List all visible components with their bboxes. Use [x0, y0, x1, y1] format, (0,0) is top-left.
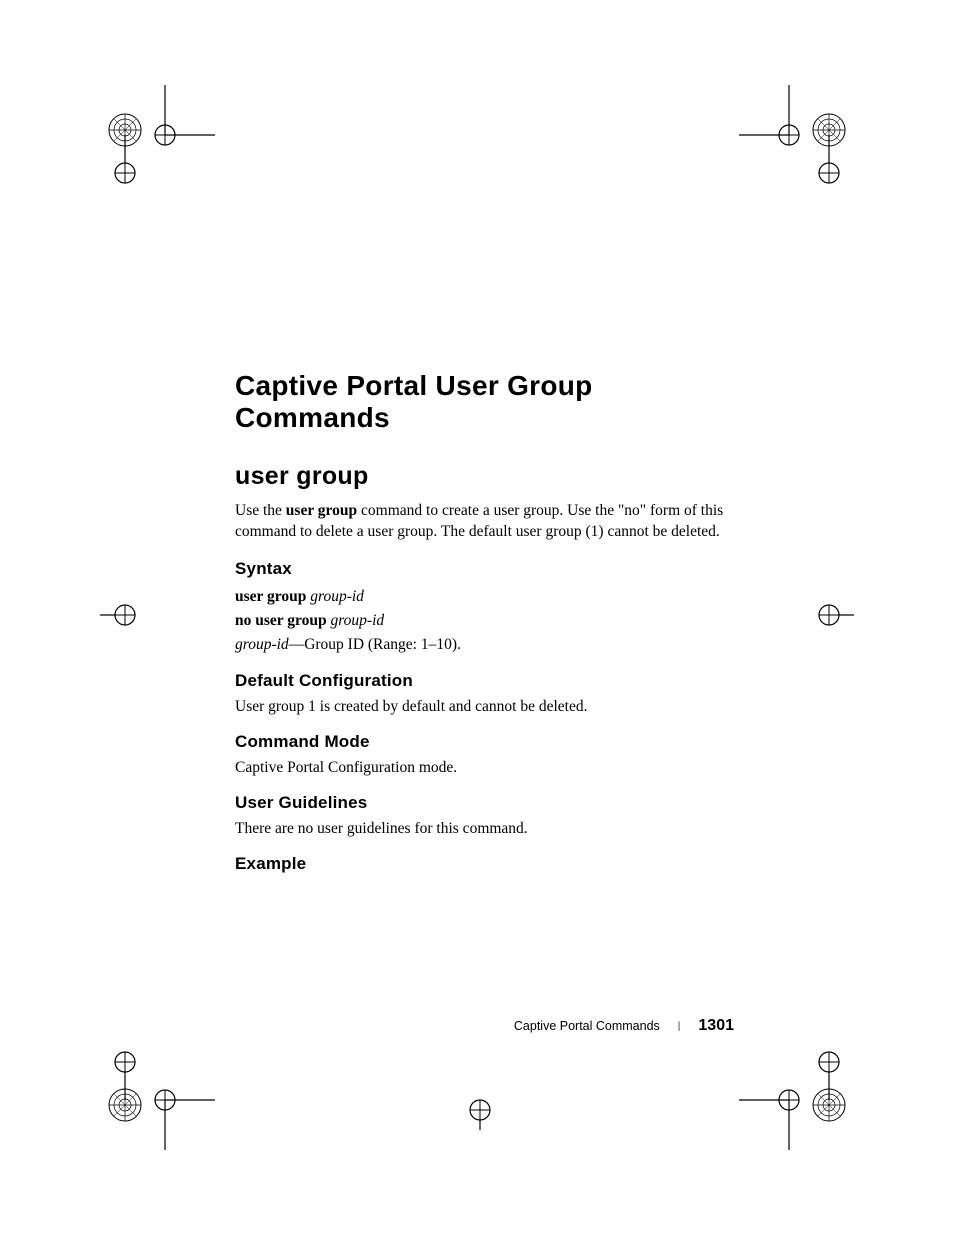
default-config-text: User group 1 is created by default and c… [235, 697, 735, 718]
default-config-heading: Default Configuration [235, 671, 735, 691]
syntax-line-1: user group group-id [235, 585, 735, 609]
syntax-arg-1: group-id [306, 588, 364, 605]
syntax-cmd-2: no user group [235, 612, 327, 629]
command-mode-heading: Command Mode [235, 732, 735, 752]
intro-prefix: Use the [235, 502, 286, 519]
intro-command: user group [286, 502, 357, 519]
syntax-heading: Syntax [235, 559, 735, 579]
page-footer: Captive Portal Commands | 1301 [514, 1017, 734, 1035]
crop-mark-top-right [739, 85, 859, 205]
crop-mark-mid-right [804, 595, 854, 635]
crop-mark-bottom-right [739, 1030, 859, 1150]
footer-separator: | [678, 1021, 681, 1032]
section-title: user group [235, 462, 735, 491]
chapter-title: Captive Portal User Group Commands [235, 370, 735, 434]
syntax-param-desc: —Group ID (Range: 1–10). [289, 636, 461, 653]
crop-mark-bottom-left [95, 1030, 215, 1150]
crop-mark-mid-left [100, 595, 150, 635]
user-guidelines-heading: User Guidelines [235, 793, 735, 813]
syntax-arg-2: group-id [327, 612, 385, 629]
user-guidelines-text: There are no user guidelines for this co… [235, 819, 735, 840]
syntax-line-3: group-id—Group ID (Range: 1–10). [235, 633, 735, 657]
footer-page-number: 1301 [698, 1017, 734, 1035]
syntax-line-2: no user group group-id [235, 609, 735, 633]
command-mode-text: Captive Portal Configuration mode. [235, 758, 735, 779]
section-intro: Use the user group command to create a u… [235, 501, 735, 543]
example-heading: Example [235, 854, 735, 874]
footer-chapter-name: Captive Portal Commands [514, 1019, 660, 1033]
syntax-cmd-1: user group [235, 588, 306, 605]
page-content: Captive Portal User Group Commands user … [235, 370, 735, 880]
syntax-param: group-id [235, 636, 289, 653]
crop-mark-top-left [95, 85, 215, 205]
crop-mark-bottom-center [455, 1090, 505, 1130]
